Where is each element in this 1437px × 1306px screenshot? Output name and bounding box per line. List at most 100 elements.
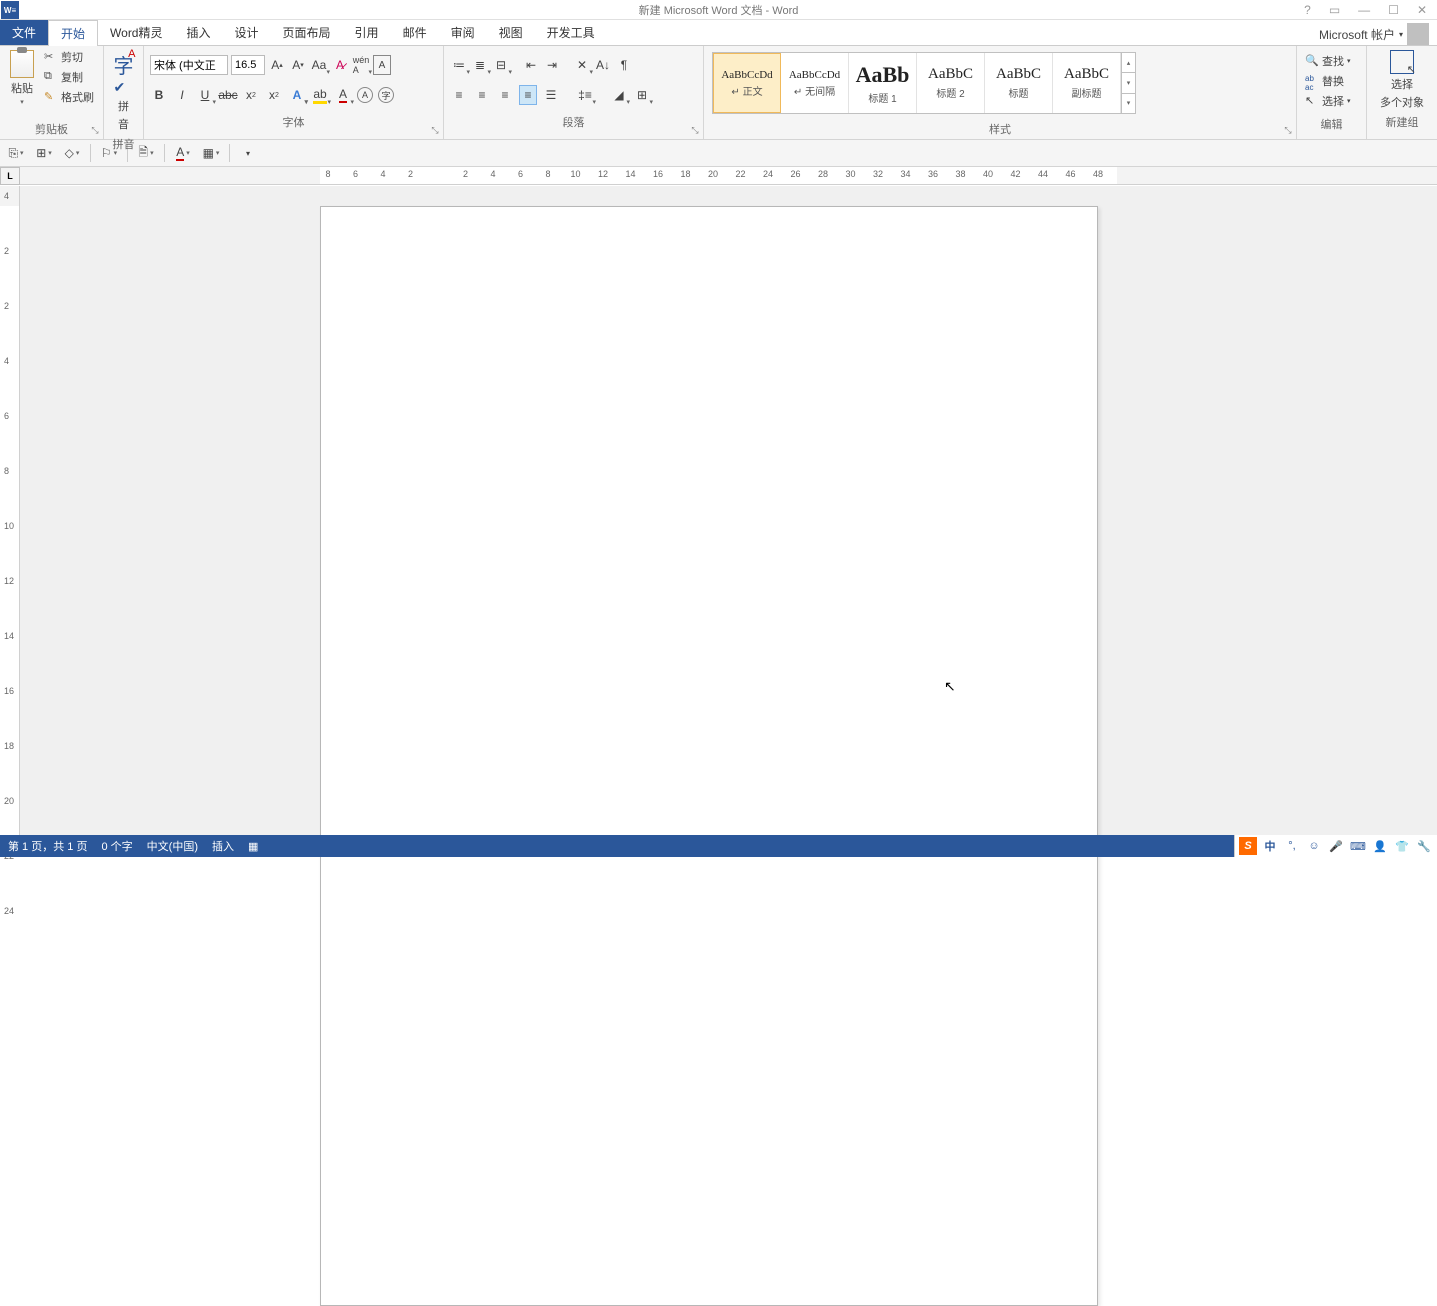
circled-char-button[interactable]: A (357, 87, 373, 103)
phonetic-guide-button[interactable]: wénA (352, 55, 370, 75)
tab-devtools[interactable]: 开发工具 (535, 20, 607, 45)
style-title[interactable]: AaBbC 标题 (985, 53, 1053, 113)
bullets-button[interactable]: ≔ (450, 55, 468, 75)
increase-indent-button[interactable]: ⇥ (543, 55, 561, 75)
status-mode[interactable]: 插入 (212, 838, 234, 854)
minimize-icon[interactable]: — (1358, 3, 1370, 17)
font-launcher-icon[interactable]: ⤡ (429, 125, 441, 137)
clipboard-launcher-icon[interactable]: ⤡ (89, 125, 101, 137)
tab-design[interactable]: 设计 (223, 20, 271, 45)
underline-button[interactable]: U (196, 85, 214, 105)
help-icon[interactable]: ? (1304, 3, 1311, 17)
maximize-icon[interactable]: ☐ (1388, 3, 1399, 17)
style-heading2[interactable]: AaBbC 标题 2 (917, 53, 985, 113)
tab-view[interactable]: 视图 (487, 20, 535, 45)
ime-keyboard-icon[interactable]: ⌨ (1349, 837, 1367, 855)
styles-launcher-icon[interactable]: ⤡ (1282, 125, 1294, 137)
scroll-up-icon[interactable]: ▴ (1122, 53, 1135, 73)
cut-button[interactable]: ✂剪切 (42, 48, 96, 66)
tab-review[interactable]: 审阅 (439, 20, 487, 45)
copy-button[interactable]: ⧉复制 (42, 68, 96, 86)
ime-punct-icon[interactable]: °, (1283, 837, 1301, 855)
status-words[interactable]: 0 个字 (101, 838, 132, 854)
text-effects-button[interactable]: A (288, 85, 306, 105)
italic-button[interactable]: I (173, 85, 191, 105)
horizontal-ruler[interactable]: 8642246810121416182022242628303234363840… (20, 167, 1437, 185)
char-with-circle-button[interactable]: 字 (378, 87, 394, 103)
align-right-button[interactable]: ≡ (496, 85, 514, 105)
status-lang[interactable]: 中文(中国) (147, 838, 198, 854)
grow-font-button[interactable]: A▴ (268, 55, 286, 75)
find-button[interactable]: 🔍查找▾ (1303, 52, 1360, 70)
close-icon[interactable]: ✕ (1417, 3, 1427, 17)
numbering-button[interactable]: ≣ (471, 55, 489, 75)
asian-layout-button[interactable]: ✕ (573, 55, 591, 75)
tab-file[interactable]: 文件 (0, 20, 48, 45)
distribute-button[interactable]: ☰ (542, 85, 560, 105)
enclose-char-button[interactable]: A (373, 55, 391, 75)
font-size-input[interactable] (231, 55, 265, 75)
superscript-button[interactable]: x2 (265, 85, 283, 105)
tab-layout[interactable]: 页面布局 (271, 20, 343, 45)
shading-button[interactable]: ◢ (610, 85, 628, 105)
ime-mic-icon[interactable]: 🎤 (1327, 837, 1345, 855)
style-normal[interactable]: AaBbCcDd ↵ 正文 (713, 53, 781, 113)
pinyin-button[interactable]: 字A✔ 拼 音 (108, 48, 140, 134)
tab-references[interactable]: 引用 (343, 20, 391, 45)
qat-doc-icon[interactable]: 🗎 (136, 143, 156, 163)
scroll-down-icon[interactable]: ▾ (1122, 73, 1135, 93)
style-nospacing[interactable]: AaBbCcDd ↵ 无间隔 (781, 53, 849, 113)
qat-shape-icon[interactable]: ◇ (62, 143, 82, 163)
status-macro-icon[interactable]: ▦ (248, 840, 258, 853)
style-heading1[interactable]: AaBb 标题 1 (849, 53, 917, 113)
qat-grid-icon[interactable]: ▦ (201, 143, 221, 163)
tab-home[interactable]: 开始 (48, 20, 98, 46)
tab-insert[interactable]: 插入 (175, 20, 223, 45)
multilevel-button[interactable]: ⊟ (492, 55, 510, 75)
align-center-button[interactable]: ≡ (473, 85, 491, 105)
document-page[interactable] (320, 206, 1098, 1306)
tab-stop-indicator[interactable]: L (0, 167, 20, 185)
clear-format-button[interactable]: A̷ (331, 55, 349, 75)
status-page[interactable]: 第 1 页，共 1 页 (8, 838, 87, 854)
ime-tool-icon[interactable]: 🔧 (1415, 837, 1433, 855)
sort-button[interactable]: A↓ (594, 55, 612, 75)
ime-skin-icon[interactable]: 👕 (1393, 837, 1411, 855)
ime-smiley-icon[interactable]: ☺ (1305, 837, 1323, 855)
bold-button[interactable]: B (150, 85, 168, 105)
vertical-ruler[interactable]: 4224681012141618202224 (0, 186, 20, 835)
account-menu[interactable]: Microsoft 帐户 ▾ (1319, 23, 1437, 45)
show-marks-button[interactable]: ¶ (615, 55, 633, 75)
align-left-button[interactable]: ≡ (450, 85, 468, 105)
decrease-indent-button[interactable]: ⇤ (522, 55, 540, 75)
borders-button[interactable]: ⊞ (633, 85, 651, 105)
ribbon-display-icon[interactable]: ▭ (1329, 3, 1340, 17)
qat-item-1[interactable]: ⎘ (6, 143, 26, 163)
select-button[interactable]: ↖选择▾ (1303, 92, 1360, 110)
subscript-button[interactable]: x2 (242, 85, 260, 105)
format-painter-button[interactable]: ✎格式刷 (42, 88, 96, 106)
replace-button[interactable]: abac替换 (1303, 72, 1360, 90)
font-color-button[interactable]: A (334, 85, 352, 105)
tab-mailings[interactable]: 邮件 (391, 20, 439, 45)
paste-button[interactable]: 粘贴 ▾ (4, 48, 40, 108)
ime-person-icon[interactable]: 👤 (1371, 837, 1389, 855)
line-spacing-button[interactable]: ‡≡ (576, 85, 594, 105)
qat-table-icon[interactable]: ⊞ (34, 143, 54, 163)
change-case-button[interactable]: Aa (310, 55, 328, 75)
style-subtitle[interactable]: AaBbC 副标题 (1053, 53, 1121, 113)
strikethrough-button[interactable]: abc (219, 85, 237, 105)
styles-scroll[interactable]: ▴ ▾ ▾ (1121, 53, 1135, 113)
ime-zh-icon[interactable]: 中 (1261, 837, 1279, 855)
qat-fontcolor-icon[interactable]: A (173, 143, 193, 163)
scroll-more-icon[interactable]: ▾ (1122, 94, 1135, 113)
justify-button[interactable]: ≡ (519, 85, 537, 105)
qat-overflow-icon[interactable]: ▾ (238, 143, 258, 163)
shrink-font-button[interactable]: A▾ (289, 55, 307, 75)
select-multi-button[interactable]: ↖ 选择 多个对象 (1371, 48, 1433, 112)
tab-wordgenie[interactable]: Word精灵 (98, 20, 174, 45)
qat-flag-icon[interactable]: ⚐ (99, 143, 119, 163)
font-name-input[interactable] (150, 55, 228, 75)
highlight-button[interactable]: ab (311, 85, 329, 105)
paragraph-launcher-icon[interactable]: ⤡ (689, 125, 701, 137)
